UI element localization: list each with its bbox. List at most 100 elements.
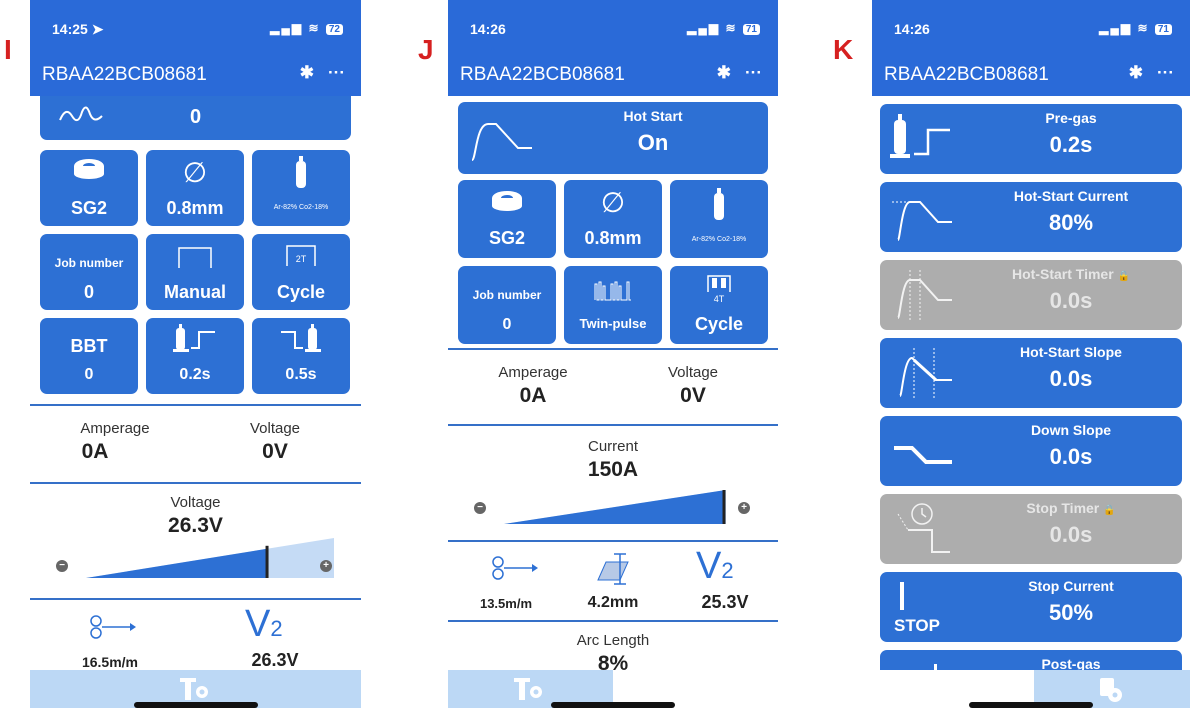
- arc-length-section: Arc Length 8%: [448, 620, 778, 670]
- stop-current-tile[interactable]: STOP Stop Current 50%: [880, 572, 1182, 642]
- job-number-tile[interactable]: Job number 0: [40, 234, 138, 310]
- pre-gas-tile[interactable]: Pre-gas 0.2s: [880, 104, 1182, 174]
- current-slider[interactable]: [504, 490, 726, 524]
- stop-timer-tile: Stop Timer 🔒 0.0s: [880, 494, 1182, 564]
- stop-current-value: 50%: [1048, 600, 1094, 625]
- cycle-tile[interactable]: 2T Cycle: [252, 234, 350, 310]
- voltage-control: Voltage 26.3V − +: [30, 482, 361, 598]
- mode-tile[interactable]: Manual: [146, 234, 244, 310]
- decrease-button[interactable]: −: [474, 502, 486, 514]
- job-number-value: 0: [502, 316, 512, 333]
- pre-gas-value: 0.2s: [1049, 132, 1093, 157]
- hot-start-slope-tile[interactable]: Hot-Start Slope 0.0s: [880, 338, 1182, 408]
- more-menu-icon[interactable]: ···: [745, 63, 762, 82]
- wire-size-tile[interactable]: ∅ 0.8mm: [564, 180, 662, 258]
- job-number-value: 0: [83, 282, 94, 302]
- mode-value: Manual: [163, 282, 226, 302]
- hot-start-current-tile[interactable]: Hot-Start Current 80%: [880, 182, 1182, 252]
- gas-tile[interactable]: Ar-82% Co2-18%: [670, 180, 768, 258]
- decrease-button[interactable]: −: [56, 560, 68, 572]
- stop-current-label: Stop Current: [1028, 578, 1114, 594]
- wire-type-tile[interactable]: SG2: [458, 180, 556, 258]
- phone-screen-k: 14:26 ▂▄▆ ≋ 71 RBAA22BCB08681 ✱ ··· Pre-g…: [872, 0, 1190, 708]
- hot-start-tile[interactable]: Hot Start On: [458, 102, 768, 174]
- status-time: 14:26: [894, 21, 930, 37]
- increase-button[interactable]: +: [738, 502, 750, 514]
- current-control: Current 150A − +: [448, 424, 778, 540]
- v2-icon: V2: [696, 545, 734, 587]
- gas-bottle-icon: [714, 188, 724, 220]
- hot-start-timer-tile: Hot-Start Timer 🔒 0.0s: [880, 260, 1182, 330]
- bluetooth-icon[interactable]: ✱: [717, 63, 731, 82]
- post-gas-label: Post-gas: [1041, 656, 1101, 670]
- advanced-settings-tab-icon: [1100, 678, 1122, 702]
- post-gas-tile[interactable]: Post-gas: [880, 650, 1182, 670]
- app-header: RBAA22BCB08681 ✱ ···: [872, 50, 1190, 96]
- voltage-value: 0V: [262, 440, 288, 463]
- hot-start-current-icon: [892, 201, 952, 241]
- stop-text: STOP: [894, 616, 940, 635]
- voltage-slider[interactable]: [86, 538, 334, 578]
- amperage-value: 0A: [519, 384, 547, 407]
- hot-start-slope-value: 0.0s: [1049, 366, 1093, 391]
- home-indicator: [551, 702, 675, 708]
- signal-icon: ▂▄▆: [687, 21, 721, 35]
- wire-type-value: SG2: [70, 198, 108, 218]
- wire-size-tile[interactable]: ∅ 0.8mm: [146, 150, 244, 226]
- welding-settings-tab-icon[interactable]: [180, 676, 210, 702]
- set-voltage-label: Voltage: [170, 494, 221, 511]
- battery-icon: 72: [325, 24, 343, 35]
- manual-mode-icon: [178, 247, 212, 268]
- job-number-tile[interactable]: Job number 0: [458, 266, 556, 344]
- pre-gas-tile[interactable]: 0.2s: [146, 318, 244, 394]
- panel-label-j: J: [418, 34, 434, 65]
- welding-settings-tab-icon: [514, 678, 542, 700]
- cycle-tile[interactable]: 4T Cycle: [670, 266, 768, 344]
- gas-tile[interactable]: Ar-82% Co2-18%: [252, 150, 350, 226]
- job-number-label: Job number: [472, 288, 542, 302]
- hot-start-current-value: 80%: [1048, 210, 1094, 235]
- set-current-label: Current: [587, 438, 639, 455]
- voltage-label: Voltage: [249, 420, 301, 437]
- pre-gas-icon: [173, 324, 215, 352]
- more-menu-icon[interactable]: ···: [328, 63, 345, 82]
- hot-start-slope-icon: [899, 348, 952, 400]
- readout-section: Amperage 0A Voltage 0V: [448, 348, 778, 424]
- wire-feed-tile[interactable]: 0: [40, 96, 351, 140]
- more-menu-icon[interactable]: ···: [1157, 63, 1174, 82]
- bluetooth-icon[interactable]: ✱: [300, 63, 314, 82]
- wire-type-tile[interactable]: SG2: [40, 150, 138, 226]
- bluetooth-icon[interactable]: ✱: [1129, 63, 1143, 82]
- diameter-icon: ∅: [600, 187, 626, 218]
- twin-pulse-icon: [594, 281, 631, 301]
- signal-icon: ▂▄▆: [270, 21, 304, 35]
- v2-value: 25.3V: [701, 592, 749, 612]
- app-header: RBAA22BCB08681 ✱ ···: [448, 50, 778, 96]
- increase-button[interactable]: +: [320, 560, 332, 572]
- voltage-value: 0V: [680, 384, 706, 407]
- hot-start-icon: [471, 123, 532, 161]
- cycle-value: Cycle: [694, 314, 744, 334]
- status-bar: 14:26 ▂▄▆ ≋ 71: [448, 0, 778, 50]
- mode-value: Twin-pulse: [579, 316, 647, 331]
- post-gas-tile[interactable]: 0.5s: [252, 318, 350, 394]
- panel-label-i: I: [4, 34, 12, 65]
- voltage-label: Voltage: [667, 364, 719, 381]
- wire-size-value: 0.8mm: [584, 228, 642, 248]
- bottom-tab-bar: [872, 670, 1190, 708]
- bbt-label: BBT: [70, 336, 108, 356]
- mode-tile[interactable]: Twin-pulse: [564, 266, 662, 344]
- wifi-icon: ≋: [725, 21, 738, 35]
- status-indicators: ▂▄▆ ≋ 71: [1099, 21, 1172, 35]
- bottom-tab-bar: [448, 670, 778, 708]
- amperage-label: Amperage: [498, 364, 568, 381]
- wifi-icon: ≋: [308, 21, 321, 35]
- bbt-tile[interactable]: BBT 0: [40, 318, 138, 394]
- settings-content: 0 SG2 ∅ 0.8mm Ar-82% Co2-18% Job number …: [30, 96, 361, 670]
- wifi-icon: ≋: [1137, 21, 1150, 35]
- down-slope-tile[interactable]: Down Slope 0.0s: [880, 416, 1182, 486]
- wire-spool-icon: [492, 191, 522, 211]
- down-slope-icon: [894, 446, 952, 464]
- hot-start-timer-label: Hot-Start Timer 🔒: [1012, 266, 1130, 282]
- hot-start-timer-value: 0.0s: [1049, 288, 1093, 313]
